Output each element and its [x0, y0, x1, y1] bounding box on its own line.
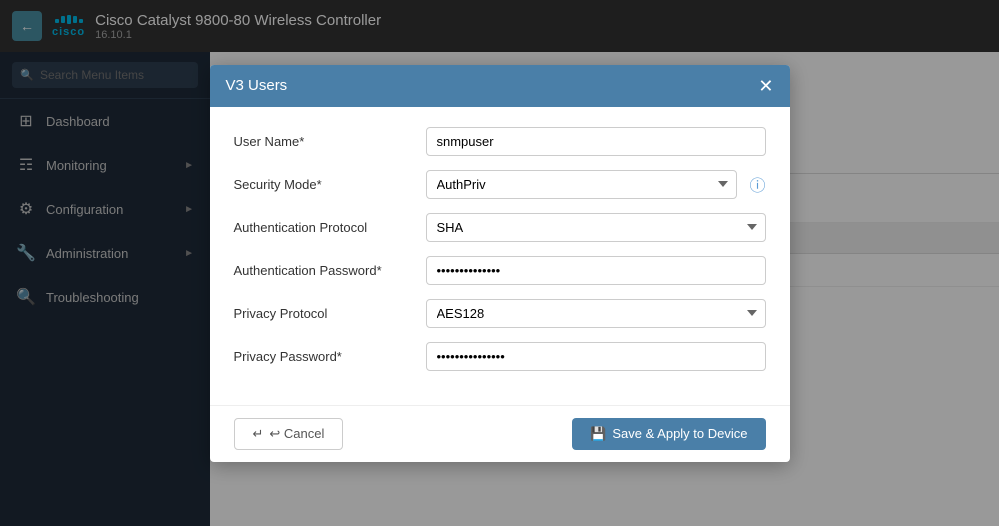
modal-footer: ↵ ↩ Cancel 💾 Save & Apply to Device	[210, 405, 790, 462]
modal-overlay: V3 Users ✕ User Name* Security Mode* NoA…	[0, 0, 999, 526]
auth-protocol-label: Authentication Protocol	[234, 220, 414, 235]
auth-password-label: Authentication Password*	[234, 263, 414, 278]
username-input[interactable]	[426, 127, 766, 156]
modal-close-button[interactable]: ✕	[758, 77, 773, 95]
privacy-password-input[interactable]	[426, 342, 766, 371]
username-label: User Name*	[234, 134, 414, 149]
info-icon[interactable]: ⓘ	[749, 172, 765, 196]
modal-header: V3 Users ✕	[210, 65, 790, 107]
save-icon: 💾	[590, 426, 606, 442]
privacy-password-label: Privacy Password*	[234, 349, 414, 364]
username-row: User Name*	[234, 127, 766, 156]
save-button[interactable]: 💾 Save & Apply to Device	[572, 418, 765, 450]
privacy-protocol-label: Privacy Protocol	[234, 306, 414, 321]
security-mode-select[interactable]: NoAuthNoPriv AuthNoPriv AuthPriv	[426, 170, 738, 199]
privacy-protocol-row: Privacy Protocol DES AES128 AES256	[234, 299, 766, 328]
modal-body: User Name* Security Mode* NoAuthNoPriv A…	[210, 107, 790, 405]
v3-users-modal: V3 Users ✕ User Name* Security Mode* NoA…	[210, 65, 790, 462]
auth-password-input[interactable]	[426, 256, 766, 285]
security-mode-row: Security Mode* NoAuthNoPriv AuthNoPriv A…	[234, 170, 766, 199]
save-label: Save & Apply to Device	[612, 426, 747, 441]
auth-protocol-row: Authentication Protocol MD5 SHA	[234, 213, 766, 242]
auth-protocol-select[interactable]: MD5 SHA	[426, 213, 766, 242]
privacy-protocol-select[interactable]: DES AES128 AES256	[426, 299, 766, 328]
security-mode-label: Security Mode*	[234, 177, 414, 192]
modal-title: V3 Users	[226, 77, 288, 94]
cancel-label: ↩ Cancel	[269, 426, 324, 442]
cancel-button[interactable]: ↵ ↩ Cancel	[234, 418, 344, 450]
cancel-icon: ↵	[253, 426, 264, 442]
auth-password-row: Authentication Password*	[234, 256, 766, 285]
privacy-password-row: Privacy Password*	[234, 342, 766, 371]
